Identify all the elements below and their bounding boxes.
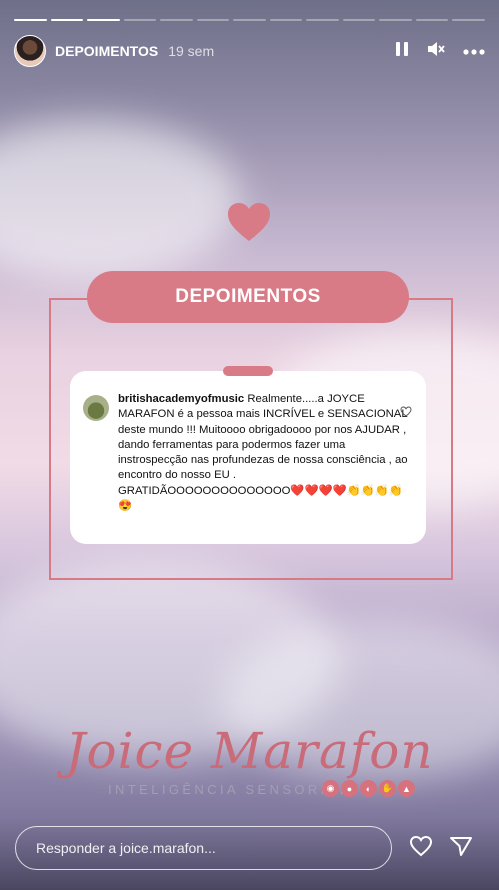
username[interactable]: DEPOIMENTOS [55, 43, 158, 59]
eye-icon: ◉ [322, 780, 339, 797]
progress-segment [306, 19, 339, 21]
reply-input[interactable]: Responder a joice.marafon... [15, 826, 392, 870]
pause-icon[interactable] [395, 41, 409, 62]
story-progress-bar [14, 19, 485, 21]
progress-segment [50, 19, 84, 21]
progress-segment [379, 19, 412, 21]
heart-icon [227, 202, 271, 247]
commenter-avatar [83, 395, 109, 421]
share-icon[interactable] [449, 835, 473, 862]
like-heart-icon [400, 404, 412, 422]
progress-segment [233, 19, 266, 21]
ear-icon: ◐ [360, 780, 377, 797]
progress-segment [123, 19, 157, 21]
brand-tagline: INTELIGÊNCIA SENSORIAL [108, 782, 351, 797]
progress-segment [14, 19, 47, 21]
story-view[interactable]: DEPOIMENTOS 19 sem DEPOIMENTOS britishac… [0, 0, 499, 890]
nose-icon: ▲ [398, 780, 415, 797]
commenter-username: britishacademyofmusic [118, 393, 245, 405]
hand-icon: ✋ [379, 780, 396, 797]
section-title: DEPOIMENTOS [87, 271, 409, 323]
comment-card: britishacademyofmusic Realmente.....a JO… [70, 371, 426, 544]
avatar[interactable] [14, 35, 46, 67]
progress-segment [269, 19, 303, 21]
more-options-icon[interactable] [463, 42, 485, 60]
progress-segment [452, 19, 485, 21]
card-tab [223, 366, 273, 376]
mouth-icon: ● [341, 780, 358, 797]
progress-segment [415, 19, 449, 21]
comment-text: Realmente.....a JOYCE MARAFON é a pessoa… [118, 393, 408, 513]
like-icon[interactable] [409, 835, 433, 862]
timestamp: 19 sem [168, 43, 215, 59]
story-header: DEPOIMENTOS 19 sem [14, 34, 485, 68]
comment-body: britishacademyofmusic Realmente.....a JO… [118, 392, 408, 514]
mute-icon[interactable] [427, 41, 445, 62]
progress-segment [342, 19, 376, 21]
brand-logo: Joice Marafon [65, 722, 434, 780]
progress-segment [87, 19, 120, 21]
brand-icons: ◉ ● ◐ ✋ ▲ [322, 780, 415, 797]
progress-segment [196, 19, 230, 21]
progress-segment [160, 19, 193, 21]
